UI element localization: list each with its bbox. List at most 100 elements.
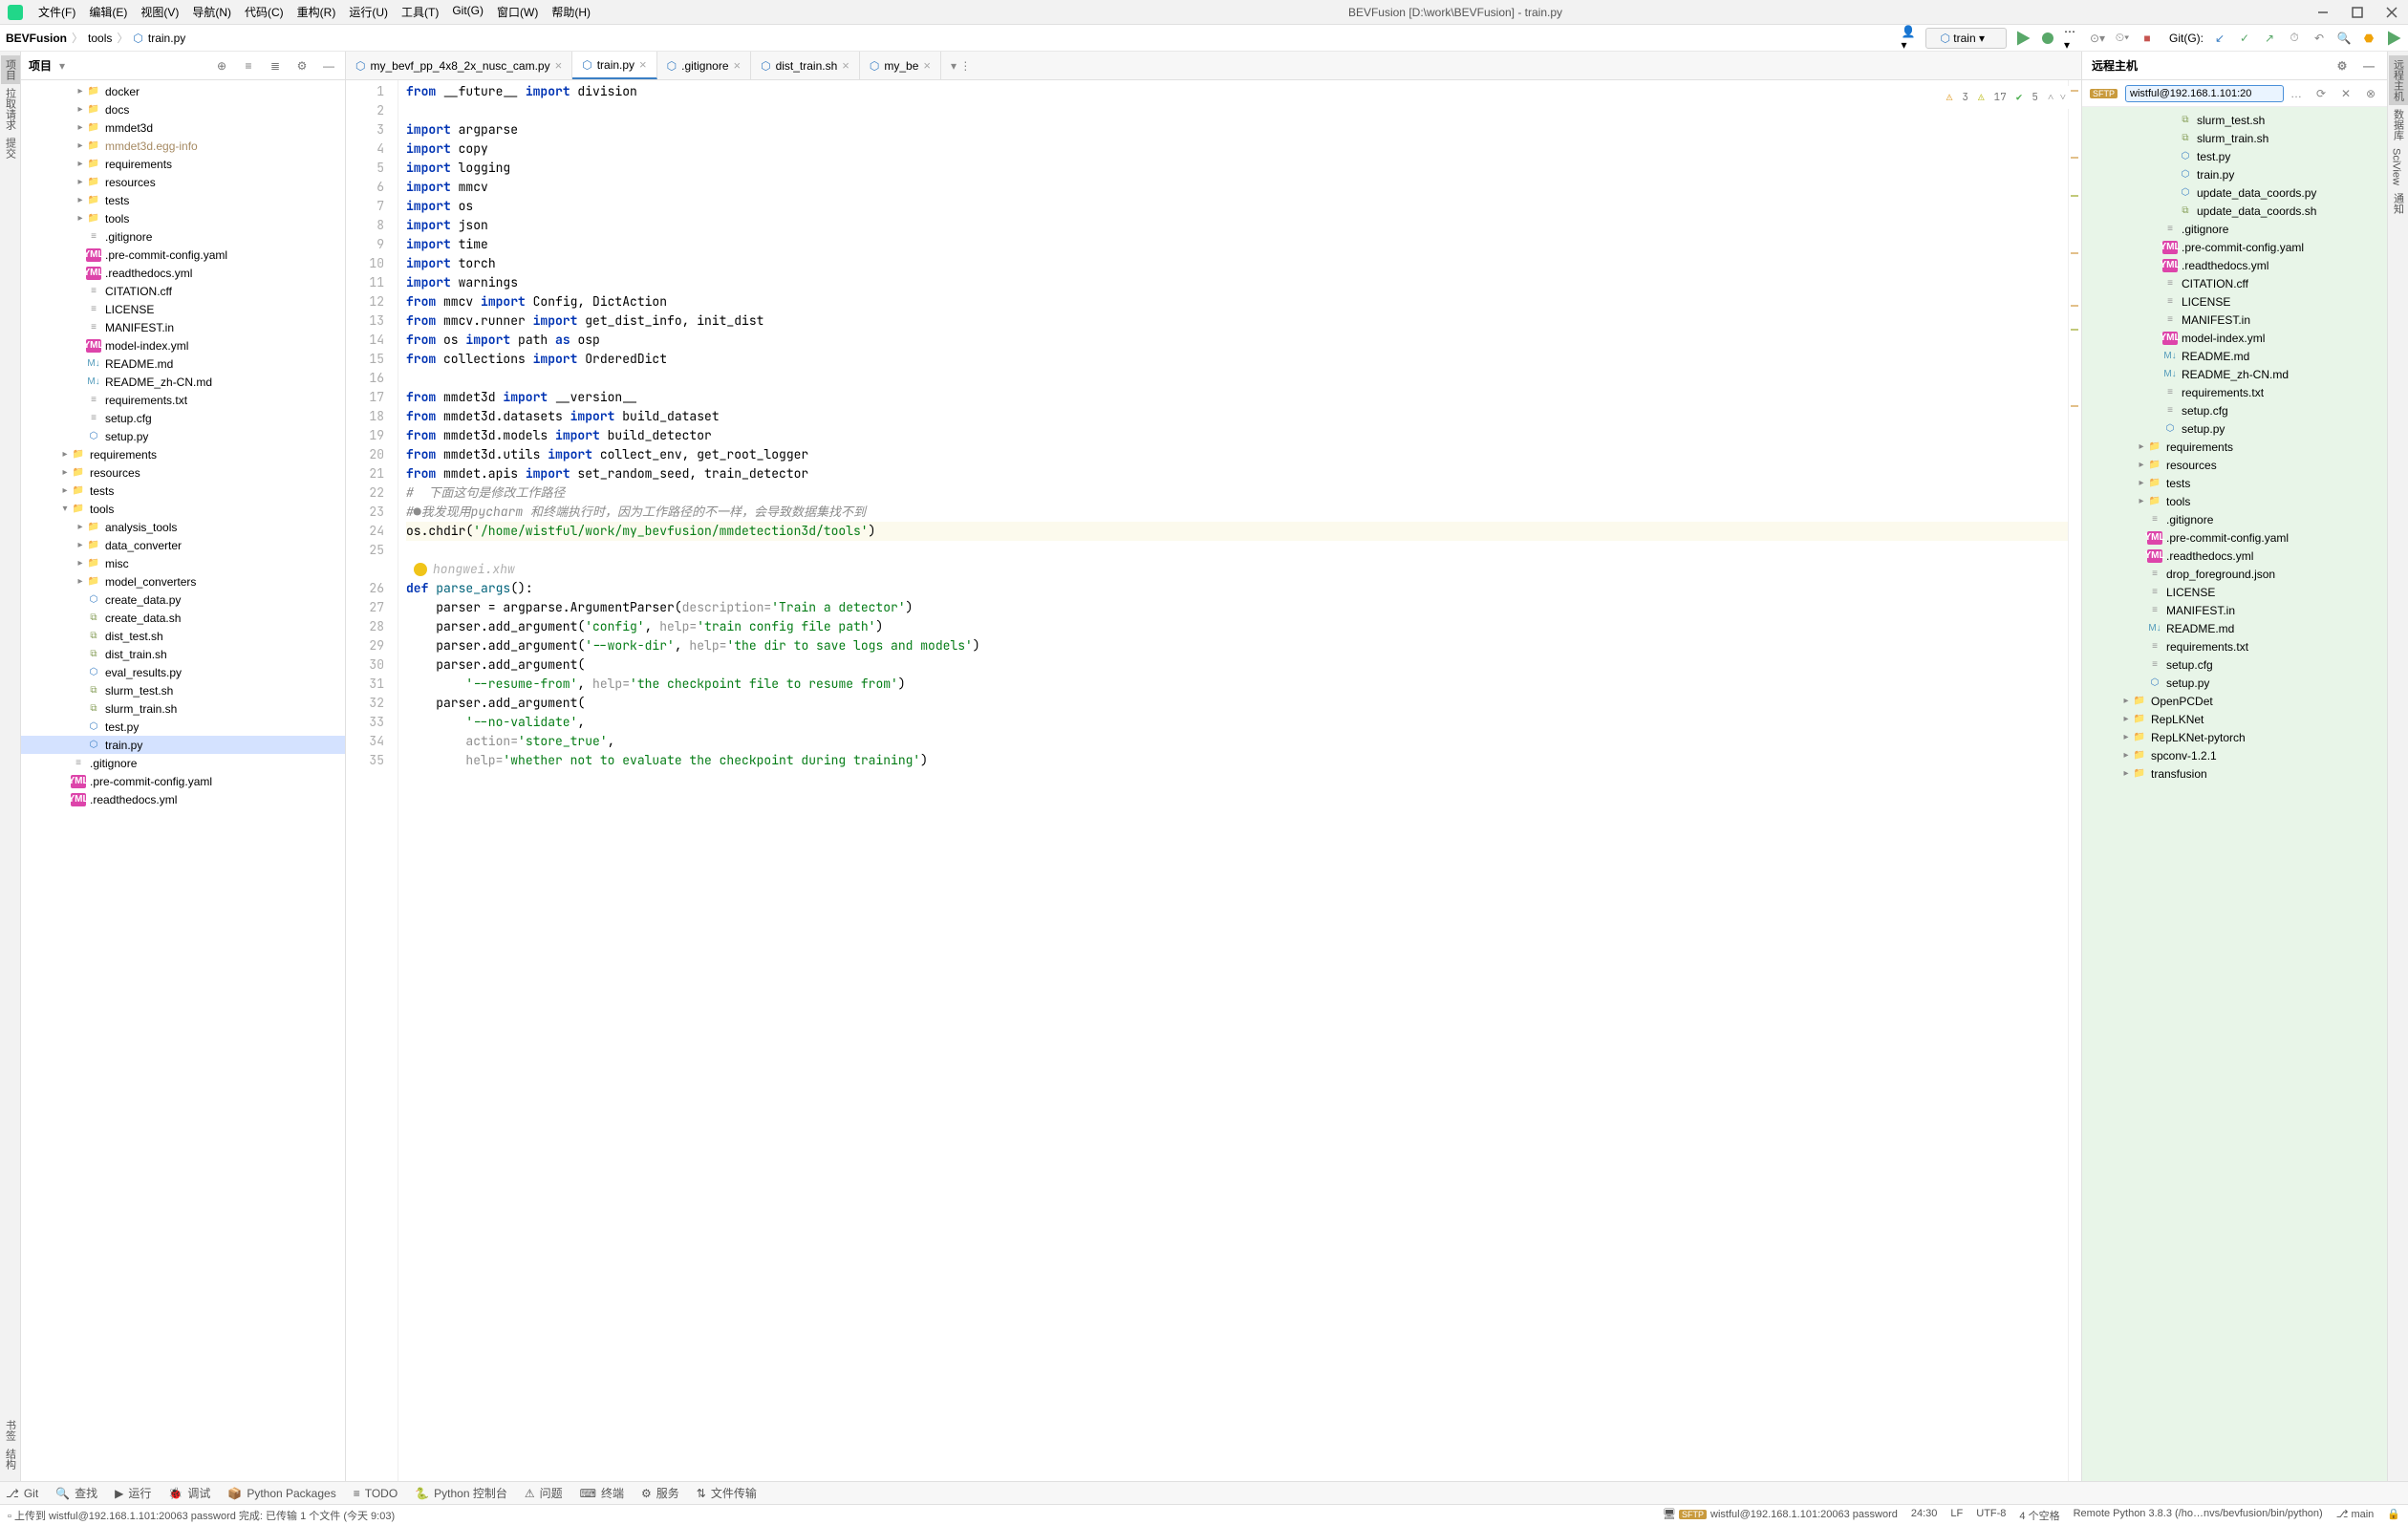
remote-settings-icon[interactable]: ⚙ bbox=[2333, 57, 2351, 75]
tree-item[interactable]: YML.readthedocs.yml bbox=[21, 790, 345, 808]
side-tab[interactable]: SciView bbox=[2389, 144, 2404, 189]
status-interpreter[interactable]: Remote Python 3.8.3 (/ho…nvs/bevfusion/b… bbox=[2074, 1508, 2323, 1523]
settings-icon[interactable]: ⚙ bbox=[293, 57, 311, 75]
code-editor[interactable]: 1234567891011121314151617181920212223242… bbox=[346, 80, 2081, 1481]
tree-item[interactable]: ⬡test.py bbox=[21, 718, 345, 736]
tree-item[interactable]: ≡setup.cfg bbox=[2082, 401, 2387, 419]
tabs-more-icon[interactable]: ▾ ⋮ bbox=[941, 59, 980, 73]
breadcrumb[interactable]: BEVFusion 〉 tools 〉 ⬡ train.py bbox=[6, 30, 185, 46]
close-tab-icon[interactable]: × bbox=[639, 57, 647, 72]
tree-item[interactable]: ≡MANIFEST.in bbox=[2082, 601, 2387, 619]
side-tab[interactable]: 数据库 bbox=[2389, 105, 2408, 144]
bottom-tool[interactable]: 🐞调试 bbox=[168, 1485, 210, 1501]
tree-item[interactable]: ≡CITATION.cff bbox=[2082, 274, 2387, 292]
close-tab-icon[interactable]: × bbox=[842, 58, 849, 73]
tree-item[interactable]: ≡.gitignore bbox=[21, 227, 345, 246]
tree-item[interactable]: ⬡test.py bbox=[2082, 147, 2387, 165]
tree-item[interactable]: ▸📁RepLKNet-pytorch bbox=[2082, 728, 2387, 746]
tree-item[interactable]: ≡.gitignore bbox=[2082, 220, 2387, 238]
tree-item[interactable]: ▸📁docs bbox=[21, 100, 345, 118]
tree-item[interactable]: ▸📁tools bbox=[21, 209, 345, 227]
tree-item[interactable]: ▸📁tests bbox=[2082, 474, 2387, 492]
tree-item[interactable]: ≡MANIFEST.in bbox=[2082, 311, 2387, 329]
remote-hide-icon[interactable]: — bbox=[2360, 57, 2377, 75]
tree-item[interactable]: ⬡setup.py bbox=[21, 427, 345, 445]
tree-item[interactable]: ⧉slurm_test.sh bbox=[21, 681, 345, 699]
tree-item[interactable]: ⬡train.py bbox=[21, 736, 345, 754]
menu-item[interactable]: 运行(U) bbox=[343, 1, 394, 23]
menu-item[interactable]: 重构(R) bbox=[291, 1, 342, 23]
bottom-tool[interactable]: 📦Python Packages bbox=[227, 1487, 335, 1500]
tree-item[interactable]: ▸📁requirements bbox=[21, 445, 345, 463]
tree-item[interactable]: ≡.gitignore bbox=[21, 754, 345, 772]
side-tab[interactable]: 通知 bbox=[2389, 189, 2408, 218]
tree-item[interactable]: YML.pre-commit-config.yaml bbox=[21, 246, 345, 264]
tree-item[interactable]: YML.pre-commit-config.yaml bbox=[2082, 528, 2387, 547]
tree-item[interactable]: ▸📁transfusion bbox=[2082, 764, 2387, 783]
tree-item[interactable]: ≡setup.cfg bbox=[21, 409, 345, 427]
editor-tab[interactable]: ⬡dist_train.sh× bbox=[751, 52, 860, 79]
tree-item[interactable]: ≡LICENSE bbox=[2082, 583, 2387, 601]
menu-item[interactable]: Git(G) bbox=[446, 1, 489, 23]
status-connection[interactable]: 🖥 SFTPwistful@192.168.1.101:20063 passwo… bbox=[1663, 1508, 1898, 1523]
side-tab[interactable]: 书签 bbox=[1, 1416, 20, 1445]
editor-tab[interactable]: ⬡.gitignore× bbox=[657, 52, 751, 79]
run-config-selector[interactable]: ⬡ train ▾ bbox=[1925, 28, 2007, 49]
run-anything-icon[interactable] bbox=[2385, 30, 2402, 47]
debug-button[interactable] bbox=[2039, 30, 2056, 47]
tree-item[interactable]: ⧉slurm_train.sh bbox=[2082, 129, 2387, 147]
status-indent[interactable]: 4 个空格 bbox=[2019, 1508, 2059, 1523]
breadcrumb-file[interactable]: train.py bbox=[148, 32, 185, 45]
inspection-widget[interactable]: ⚠3 ⚠17 ✔5 ˄ ˅ bbox=[1943, 86, 2070, 109]
tree-item[interactable]: ▸📁requirements bbox=[21, 155, 345, 173]
coverage-icon[interactable]: ⊙▾ bbox=[2089, 30, 2106, 47]
side-tab[interactable]: 拉取请求 bbox=[1, 84, 20, 134]
user-icon[interactable]: 👤▾ bbox=[1901, 30, 1918, 47]
breadcrumb-root[interactable]: BEVFusion bbox=[6, 32, 67, 45]
more-run-icon[interactable]: ⋯▾ bbox=[2064, 30, 2081, 47]
bottom-tool[interactable]: 🐍Python 控制台 bbox=[415, 1485, 507, 1501]
side-tab[interactable]: 项目 bbox=[1, 55, 20, 84]
git-rollback-icon[interactable]: ↶ bbox=[2311, 30, 2328, 47]
tree-item[interactable]: YML.readthedocs.yml bbox=[2082, 547, 2387, 565]
tree-item[interactable]: ≡MANIFEST.in bbox=[21, 318, 345, 336]
tree-item[interactable]: ▸📁resources bbox=[2082, 456, 2387, 474]
tree-item[interactable]: ⬡setup.py bbox=[2082, 674, 2387, 692]
tree-item[interactable]: ⬡train.py bbox=[2082, 165, 2387, 183]
menu-item[interactable]: 文件(F) bbox=[32, 1, 81, 23]
menu-item[interactable]: 编辑(E) bbox=[83, 1, 133, 23]
bottom-tool[interactable]: ≡TODO bbox=[354, 1487, 398, 1500]
close-tab-icon[interactable]: × bbox=[923, 58, 931, 73]
project-tree[interactable]: ▸📁docker▸📁docs▸📁mmdet3d▸📁mmdet3d.egg-inf… bbox=[21, 80, 345, 1481]
git-update-icon[interactable]: ↙ bbox=[2211, 30, 2228, 47]
close-tab-icon[interactable]: × bbox=[555, 58, 563, 73]
minimize-button[interactable] bbox=[2314, 4, 2332, 21]
status-git-branch[interactable]: ⎇ main bbox=[2336, 1508, 2375, 1523]
remote-more-icon[interactable]: … bbox=[2288, 85, 2305, 102]
menu-item[interactable]: 导航(N) bbox=[186, 1, 237, 23]
remote-disconnect-icon[interactable]: ✕ bbox=[2337, 85, 2354, 102]
menu-item[interactable]: 视图(V) bbox=[135, 1, 184, 23]
editor-tab[interactable]: ⬡train.py× bbox=[572, 52, 656, 79]
search-icon[interactable]: 🔍 bbox=[2335, 30, 2353, 47]
tree-item[interactable]: ≡.gitignore bbox=[2082, 510, 2387, 528]
tree-item[interactable]: M↓README_zh-CN.md bbox=[21, 373, 345, 391]
tree-item[interactable]: ⬡eval_results.py bbox=[21, 663, 345, 681]
bottom-tool[interactable]: ⚠问题 bbox=[525, 1485, 563, 1501]
tree-item[interactable]: ▸📁mmdet3d bbox=[21, 118, 345, 137]
status-caret-position[interactable]: 24:30 bbox=[1911, 1508, 1938, 1523]
tree-item[interactable]: ▸📁tools bbox=[2082, 492, 2387, 510]
tree-item[interactable]: ⧉dist_test.sh bbox=[21, 627, 345, 645]
breadcrumb-folder[interactable]: tools bbox=[88, 32, 112, 45]
remote-filter-icon[interactable]: ⊗ bbox=[2362, 85, 2379, 102]
tree-item[interactable]: ▸📁resources bbox=[21, 173, 345, 191]
select-opened-file-icon[interactable]: ⊕ bbox=[213, 57, 230, 75]
tree-item[interactable]: ▸📁tests bbox=[21, 482, 345, 500]
editor-tab[interactable]: ⬡my_be× bbox=[860, 52, 941, 79]
tree-item[interactable]: ▸📁analysis_tools bbox=[21, 518, 345, 536]
status-encoding[interactable]: UTF-8 bbox=[1976, 1508, 2006, 1523]
run-button[interactable] bbox=[2014, 30, 2032, 47]
bottom-tool[interactable]: ⎇Git bbox=[6, 1487, 38, 1500]
tree-item[interactable]: M↓README.md bbox=[2082, 347, 2387, 365]
tree-item[interactable]: ≡requirements.txt bbox=[2082, 637, 2387, 655]
